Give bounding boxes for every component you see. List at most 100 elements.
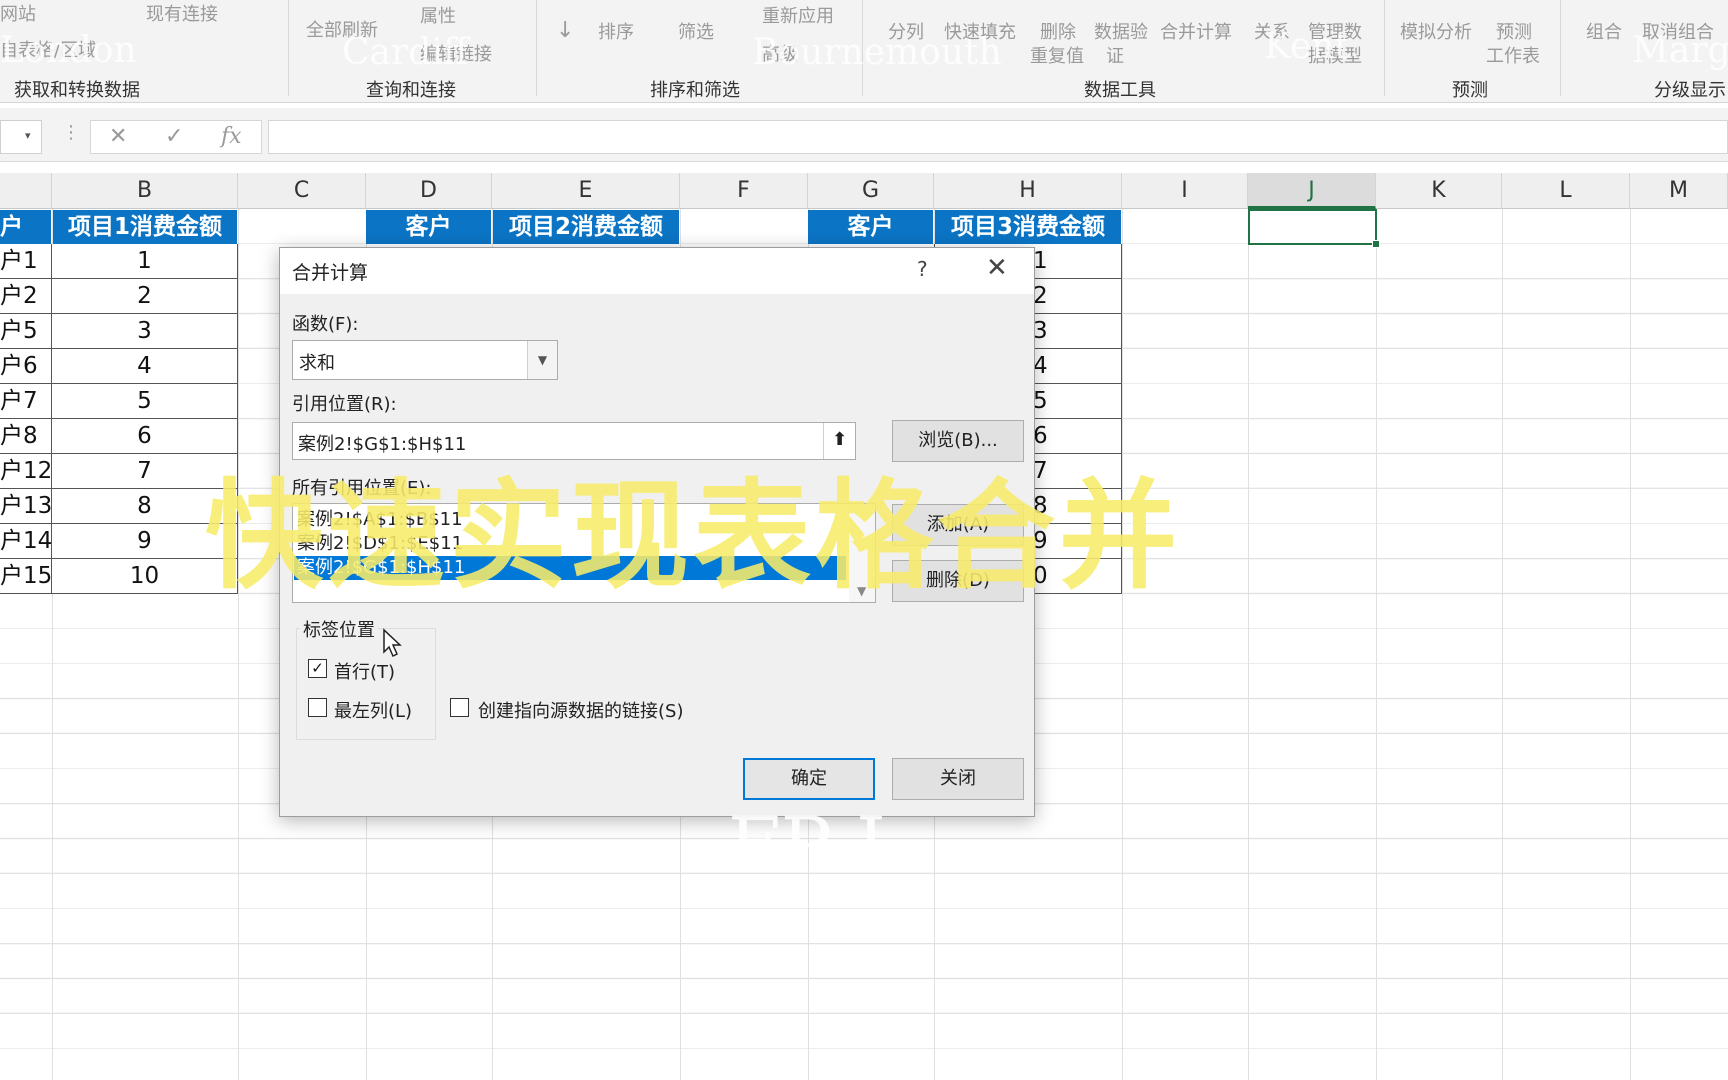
from-web-button[interactable]: 网站 xyxy=(0,0,36,26)
table-cell[interactable]: 户1 xyxy=(0,244,52,279)
close-button[interactable]: 关闭 xyxy=(892,758,1024,800)
column-header-m[interactable]: M xyxy=(1630,173,1728,209)
table-cell[interactable]: 户8 xyxy=(0,419,52,454)
column-header-d[interactable]: D xyxy=(366,173,492,209)
formula-buttons: ✕ ✓ fx xyxy=(90,120,262,154)
table-cell[interactable]: 5 xyxy=(51,384,238,419)
function-label: 函数(F): xyxy=(292,314,359,335)
dialog-titlebar[interactable]: 合并计算 ? ✕ xyxy=(280,248,1034,294)
group-label-queries: 查询和连接 xyxy=(366,80,456,101)
table-cell[interactable]: 户12 xyxy=(0,454,52,489)
sort-az-icon[interactable]: ↓ xyxy=(556,18,574,43)
ribbon-separator xyxy=(1560,0,1561,96)
table3-header-amount[interactable]: 项目3消费金额 xyxy=(935,210,1121,244)
name-box-dropdown-icon[interactable]: ▾ xyxy=(25,129,31,142)
group-label-get-transform: 获取和转换数据 xyxy=(14,80,140,101)
name-box[interactable]: ▾ xyxy=(0,120,42,154)
top-row-label[interactable]: 首行(T) xyxy=(334,658,395,684)
gridline xyxy=(1376,209,1377,1080)
column-header-a[interactable] xyxy=(0,173,52,209)
video-caption-overlay: 快速实现表格合并 xyxy=(205,467,1182,605)
table-cell[interactable]: 户6 xyxy=(0,349,52,384)
ghost-word: Marga xyxy=(1632,30,1728,71)
ghost-word: London xyxy=(0,30,137,71)
ghost-word: Cardiff xyxy=(342,32,469,73)
reapply-button[interactable]: 重新应用 xyxy=(762,2,834,28)
column-header-l[interactable]: L xyxy=(1502,173,1630,209)
table-cell[interactable]: 4 xyxy=(51,349,238,384)
function-select[interactable]: 求和 ▼ xyxy=(292,340,558,380)
column-header-g[interactable]: G xyxy=(808,173,934,209)
forecast-sheet-button[interactable]: 预测 xyxy=(1496,18,1532,44)
properties-button[interactable]: 属性 xyxy=(420,2,456,28)
what-if-analysis-button[interactable]: 模拟分析 xyxy=(1400,18,1472,44)
table-cell[interactable]: 户2 xyxy=(0,279,52,314)
label-position-title: 标签位置 xyxy=(300,616,378,642)
remove-duplicates-button[interactable]: 删除 xyxy=(1040,18,1076,44)
group-label-sort-filter: 排序和筛选 xyxy=(650,80,740,101)
table-cell[interactable]: 户14 xyxy=(0,524,52,559)
left-column-label[interactable]: 最左列(L) xyxy=(334,697,412,723)
dialog-title: 合并计算 xyxy=(292,262,369,284)
label-position-group xyxy=(296,628,436,740)
table-cell[interactable]: 2 xyxy=(51,279,238,314)
filter-button[interactable]: 筛选 xyxy=(678,18,714,44)
ghost-word: Bournemouth xyxy=(752,32,1002,73)
table-cell[interactable]: 1 xyxy=(51,244,238,279)
top-row-checkbox[interactable]: ✓ xyxy=(308,659,327,678)
gridline xyxy=(1630,209,1631,1080)
column-header-c[interactable]: C xyxy=(238,173,366,209)
table1-header-customer[interactable]: 户 xyxy=(0,210,51,244)
active-cell-j1[interactable] xyxy=(1248,209,1380,248)
table-cell[interactable]: 户5 xyxy=(0,314,52,349)
ribbon-separator xyxy=(536,0,537,96)
enter-icon[interactable]: ✓ xyxy=(165,124,183,149)
function-value: 求和 xyxy=(299,353,335,374)
close-icon[interactable]: ✕ xyxy=(986,253,1008,283)
cancel-icon[interactable]: ✕ xyxy=(109,124,127,149)
help-icon[interactable]: ? xyxy=(917,257,928,281)
group-label-forecast: 预测 xyxy=(1452,80,1488,101)
formula-input[interactable] xyxy=(268,120,1728,154)
group-button[interactable]: 组合 xyxy=(1586,18,1622,44)
reference-label: 引用位置(R): xyxy=(292,394,397,415)
insert-function-icon[interactable]: fx xyxy=(221,124,242,149)
table2-header-customer[interactable]: 客户 xyxy=(366,210,491,244)
ribbon-separator xyxy=(1384,0,1385,96)
create-links-label[interactable]: 创建指向源数据的链接(S) xyxy=(478,697,683,723)
create-links-checkbox[interactable] xyxy=(450,698,469,717)
existing-connections-button[interactable]: 现有连接 xyxy=(146,0,218,26)
ok-button[interactable]: 确定 xyxy=(743,758,875,800)
table-cell[interactable]: 户13 xyxy=(0,489,52,524)
forecast-sheet-label-2: 工作表 xyxy=(1486,46,1540,67)
more-options-icon: ⋮ xyxy=(62,122,80,143)
group-label-outline: 分级显示 xyxy=(1654,80,1726,101)
column-header-e[interactable]: E xyxy=(492,173,680,209)
table-cell[interactable]: 户15 xyxy=(0,559,52,594)
gridline xyxy=(1122,209,1123,1080)
column-headers: B C D E F G H I J K L M xyxy=(0,173,1728,209)
gridline xyxy=(1248,209,1249,1080)
table-cell[interactable]: 3 xyxy=(51,314,238,349)
consolidate-button[interactable]: 合并计算 xyxy=(1160,18,1232,44)
column-header-f[interactable]: F xyxy=(680,173,808,209)
remove-duplicates-label-2: 重复值 xyxy=(1030,46,1084,67)
table2-header-amount[interactable]: 项目2消费金额 xyxy=(493,210,679,244)
gridline xyxy=(1502,209,1503,1080)
table-cell[interactable]: 户7 xyxy=(0,384,52,419)
sort-button[interactable]: 排序 xyxy=(598,18,634,44)
data-validation-button[interactable]: 数据验 xyxy=(1094,18,1148,44)
table1-header-amount[interactable]: 项目1消费金额 xyxy=(53,210,237,244)
watermark-text: FP I xyxy=(728,800,887,889)
table3-header-customer[interactable]: 客户 xyxy=(808,210,933,244)
column-header-h[interactable]: H xyxy=(934,173,1122,209)
column-header-b[interactable]: B xyxy=(52,173,238,209)
column-header-j[interactable]: J xyxy=(1248,173,1376,209)
column-header-k[interactable]: K xyxy=(1376,173,1502,209)
column-header-i[interactable]: I xyxy=(1122,173,1248,209)
data-validation-label-2: 证 xyxy=(1106,46,1124,67)
chevron-down-icon[interactable]: ▼ xyxy=(527,341,557,379)
left-column-checkbox[interactable] xyxy=(308,698,327,717)
gridline xyxy=(238,209,239,1080)
group-label-data-tools: 数据工具 xyxy=(1084,80,1156,101)
